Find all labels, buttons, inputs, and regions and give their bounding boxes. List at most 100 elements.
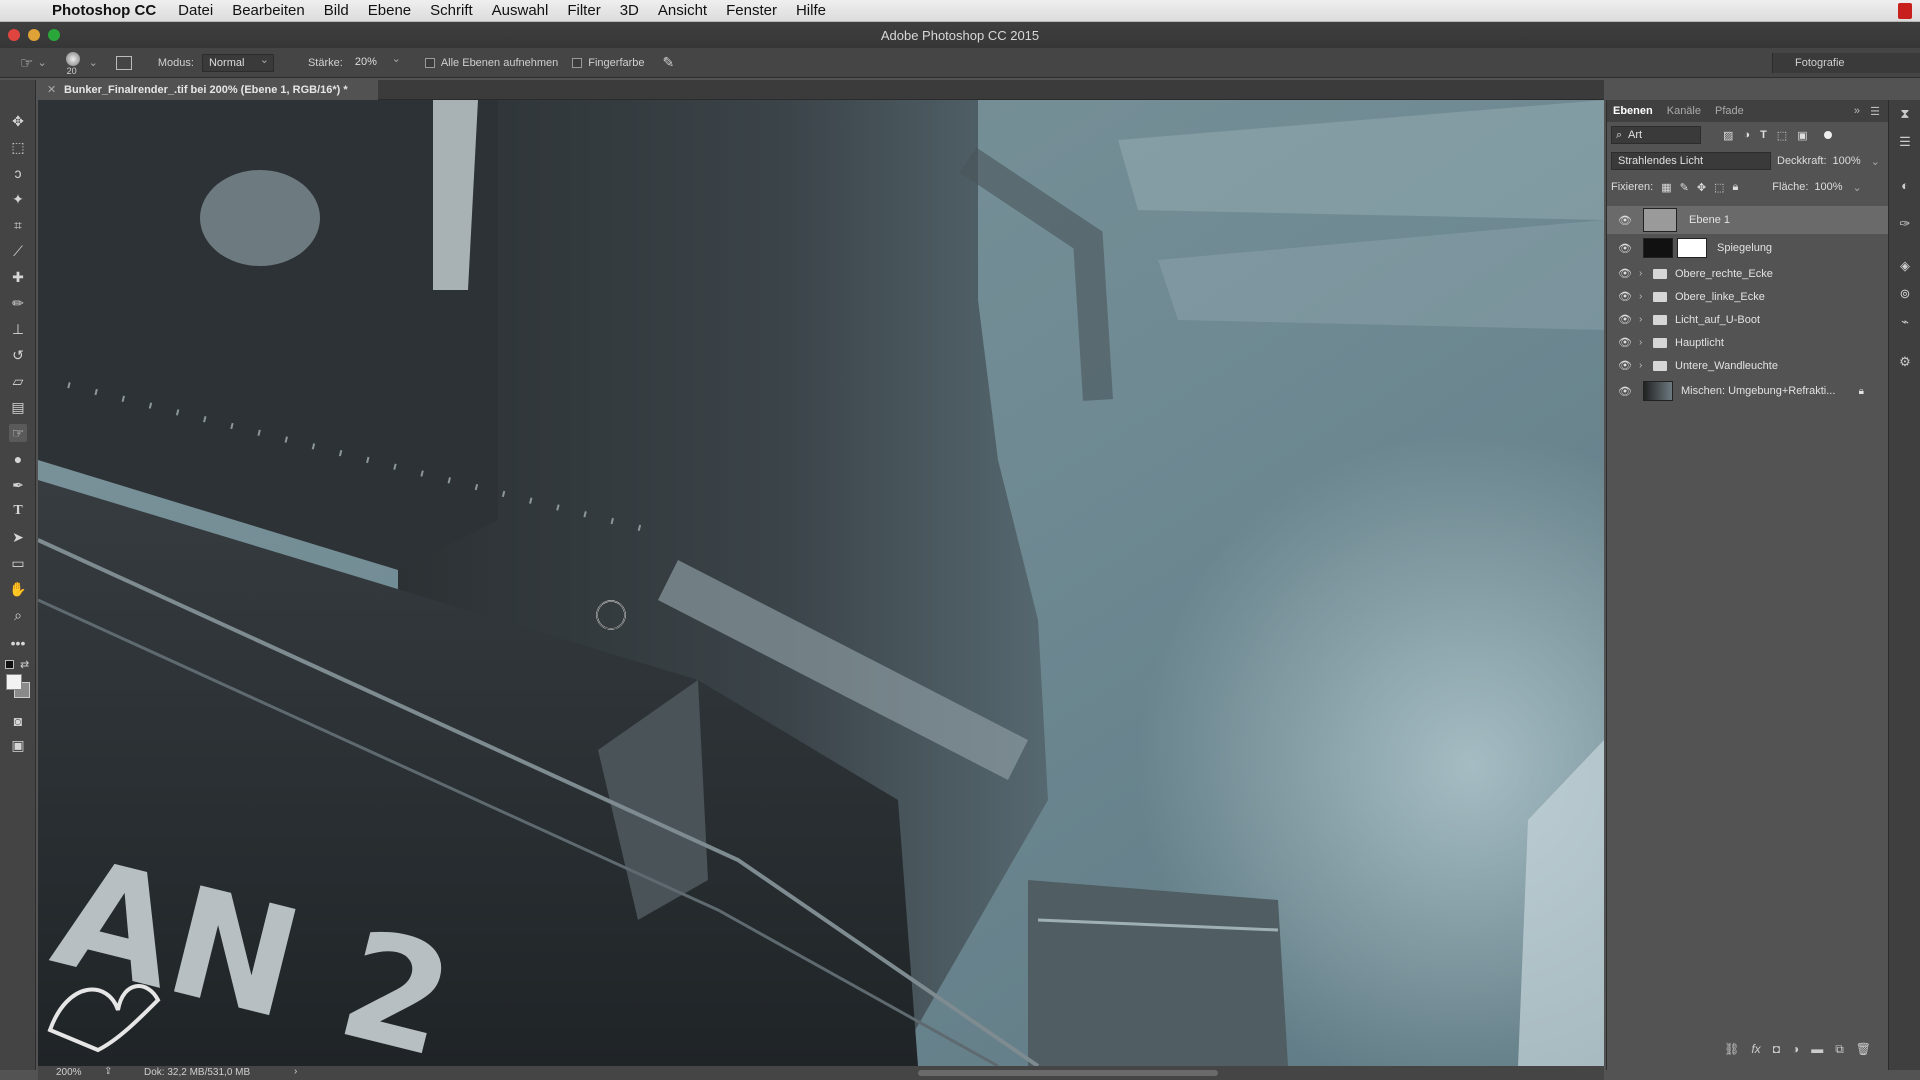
- default-colors-icon[interactable]: [5, 660, 14, 669]
- opacity-input[interactable]: 100%: [1833, 155, 1861, 167]
- hand-tool-icon[interactable]: ✋: [9, 580, 27, 598]
- menu-ansicht[interactable]: Ansicht: [658, 2, 707, 19]
- chevron-down-icon[interactable]: ⌄: [1871, 155, 1880, 168]
- menu-fenster[interactable]: Fenster: [726, 2, 777, 19]
- menu-bearbeiten[interactable]: Bearbeiten: [232, 2, 305, 19]
- status-menu-arrow-icon[interactable]: ›: [294, 1066, 297, 1077]
- pen-tool-icon[interactable]: ✒: [9, 476, 27, 494]
- filter-smartobject-icon[interactable]: ▣: [1797, 129, 1807, 142]
- menu-schrift[interactable]: Schrift: [430, 2, 473, 19]
- more-tools-icon[interactable]: •••: [9, 634, 27, 652]
- visibility-eye-icon[interactable]: 👁︎: [1617, 313, 1633, 326]
- chevron-down-icon[interactable]: ⌄: [89, 56, 98, 69]
- layer-name[interactable]: Obere_rechte_Ecke: [1675, 268, 1773, 280]
- paths-panel-icon[interactable]: ⌁: [1897, 314, 1913, 330]
- zoom-window-button[interactable]: [48, 29, 60, 41]
- visibility-eye-icon[interactable]: 👁︎: [1617, 242, 1633, 255]
- layer-name[interactable]: Licht_auf_U-Boot: [1675, 314, 1760, 326]
- strength-input[interactable]: 20%: [348, 51, 405, 72]
- layer-name[interactable]: Untere_Wandleuchte: [1675, 360, 1778, 372]
- document-size-info[interactable]: Dok: 32,2 MB/531,0 MB: [144, 1067, 250, 1078]
- visibility-eye-icon[interactable]: 👁︎: [1617, 267, 1633, 280]
- expand-arrow-icon[interactable]: ›: [1639, 291, 1647, 302]
- menu-datei[interactable]: Datei: [178, 2, 213, 19]
- expand-arrow-icon[interactable]: ›: [1639, 360, 1647, 371]
- new-group-icon[interactable]: ▬: [1811, 1042, 1823, 1062]
- layer-name[interactable]: Ebene 1: [1689, 214, 1730, 226]
- layer-row[interactable]: 👁︎ Mischen: Umgebung+Refrakti... 🔒︎: [1607, 377, 1888, 405]
- visibility-eye-icon[interactable]: 👁︎: [1617, 385, 1633, 398]
- history-brush-tool-icon[interactable]: ↺: [9, 346, 27, 364]
- panel-menu-icon[interactable]: ☰: [1870, 105, 1880, 118]
- menu-app[interactable]: Photoshop CC: [52, 2, 156, 19]
- minimize-window-button[interactable]: [28, 29, 40, 41]
- layer-name[interactable]: Obere_linke_Ecke: [1675, 291, 1765, 303]
- layer-row[interactable]: 👁︎ Spiegelung: [1607, 234, 1888, 262]
- filter-pixel-icon[interactable]: ▨: [1723, 129, 1733, 142]
- brush-panel-toggle-icon[interactable]: [115, 55, 132, 70]
- foreground-color-swatch[interactable]: [6, 674, 22, 690]
- link-layers-icon[interactable]: ⛓: [1724, 1042, 1739, 1062]
- close-tab-icon[interactable]: ✕: [47, 80, 56, 100]
- properties-panel-icon[interactable]: ☰: [1897, 134, 1913, 150]
- all-layers-checkbox[interactable]: [424, 57, 435, 68]
- smudge-tool-preset-icon[interactable]: ☞: [20, 54, 33, 72]
- channels-panel-icon[interactable]: ⊚: [1897, 286, 1913, 302]
- layer-name[interactable]: Spiegelung: [1717, 242, 1772, 254]
- type-tool-icon[interactable]: T: [9, 502, 27, 520]
- visibility-eye-icon[interactable]: 👁︎: [1617, 359, 1633, 372]
- collapse-panel-icon[interactable]: »: [1854, 105, 1860, 117]
- menu-filter[interactable]: Filter: [567, 2, 600, 19]
- layers-panel-icon[interactable]: ◈: [1897, 258, 1913, 274]
- filter-type-icon[interactable]: T: [1760, 129, 1767, 141]
- layer-group-row[interactable]: 👁︎ › Obere_linke_Ecke: [1607, 285, 1888, 308]
- fx-icon[interactable]: fx: [1751, 1042, 1760, 1062]
- lock-all-icon[interactable]: 🔒︎: [1732, 181, 1738, 194]
- smudge-tool-icon[interactable]: ☞: [9, 424, 27, 442]
- quick-mask-icon[interactable]: ◙: [9, 712, 27, 730]
- zoom-tool-icon[interactable]: ⌕: [9, 606, 27, 624]
- layer-filter-select[interactable]: ⌕ Art: [1611, 126, 1701, 144]
- workspace-select[interactable]: Fotografie: [1772, 53, 1920, 73]
- dodge-tool-icon[interactable]: ●: [9, 450, 27, 468]
- menu-bild[interactable]: Bild: [324, 2, 349, 19]
- chevron-down-icon[interactable]: ⌄: [1853, 181, 1862, 194]
- chevron-down-icon[interactable]: ⌄: [37, 56, 46, 69]
- filter-toggle-icon[interactable]: [1823, 131, 1832, 139]
- adjustments-panel-icon[interactable]: ◐: [1897, 178, 1913, 194]
- layer-group-row[interactable]: 👁︎ › Hauptlicht: [1607, 331, 1888, 354]
- layer-group-row[interactable]: 👁︎ › Untere_Wandleuchte: [1607, 354, 1888, 377]
- lock-image-icon[interactable]: ✎: [1680, 181, 1689, 194]
- document-tab[interactable]: ✕ Bunker_Finalrender_.tif bei 200% (Eben…: [38, 80, 378, 100]
- fill-input[interactable]: 100%: [1814, 181, 1842, 193]
- horizontal-scrollbar[interactable]: [918, 1070, 1218, 1076]
- expand-arrow-icon[interactable]: ›: [1639, 314, 1647, 325]
- marquee-tool-icon[interactable]: ⬚: [9, 138, 27, 156]
- rectangle-tool-icon[interactable]: ▭: [9, 554, 27, 572]
- visibility-eye-icon[interactable]: 👁︎: [1617, 290, 1633, 303]
- swap-colors-icon[interactable]: ⇄: [20, 658, 29, 671]
- screen-mode-icon[interactable]: ▣: [9, 736, 27, 754]
- share-icon[interactable]: ⇪: [104, 1066, 112, 1077]
- lasso-tool-icon[interactable]: ↄ: [9, 164, 27, 182]
- brush-preset-picker[interactable]: 20: [63, 50, 85, 76]
- status-menu-icon[interactable]: [1898, 3, 1912, 19]
- adjustment-layer-icon[interactable]: ◑: [1792, 1042, 1799, 1062]
- layer-name[interactable]: Mischen: Umgebung+Refrakti...: [1681, 385, 1835, 397]
- filter-shape-icon[interactable]: ⬚: [1777, 129, 1787, 142]
- new-layer-icon[interactable]: ⧉: [1835, 1042, 1844, 1062]
- filter-adjustment-icon[interactable]: ◑: [1743, 129, 1750, 141]
- close-window-button[interactable]: [8, 29, 20, 41]
- menu-hilfe[interactable]: Hilfe: [796, 2, 826, 19]
- visibility-eye-icon[interactable]: 👁︎: [1617, 214, 1633, 227]
- healing-brush-tool-icon[interactable]: ✚: [9, 268, 27, 286]
- expand-arrow-icon[interactable]: ›: [1639, 268, 1647, 279]
- menu-auswahl[interactable]: Auswahl: [492, 2, 549, 19]
- delete-layer-icon[interactable]: 🗑︎: [1856, 1042, 1871, 1062]
- tab-layers[interactable]: Ebenen: [1613, 105, 1653, 117]
- pressure-brush-icon[interactable]: ✎: [663, 54, 675, 71]
- brush-panel-icon[interactable]: ✑: [1897, 216, 1913, 232]
- mode-select[interactable]: Normal: [201, 52, 274, 72]
- layer-group-row[interactable]: 👁︎ › Licht_auf_U-Boot: [1607, 308, 1888, 331]
- eyedropper-tool-icon[interactable]: ⟋: [9, 242, 27, 260]
